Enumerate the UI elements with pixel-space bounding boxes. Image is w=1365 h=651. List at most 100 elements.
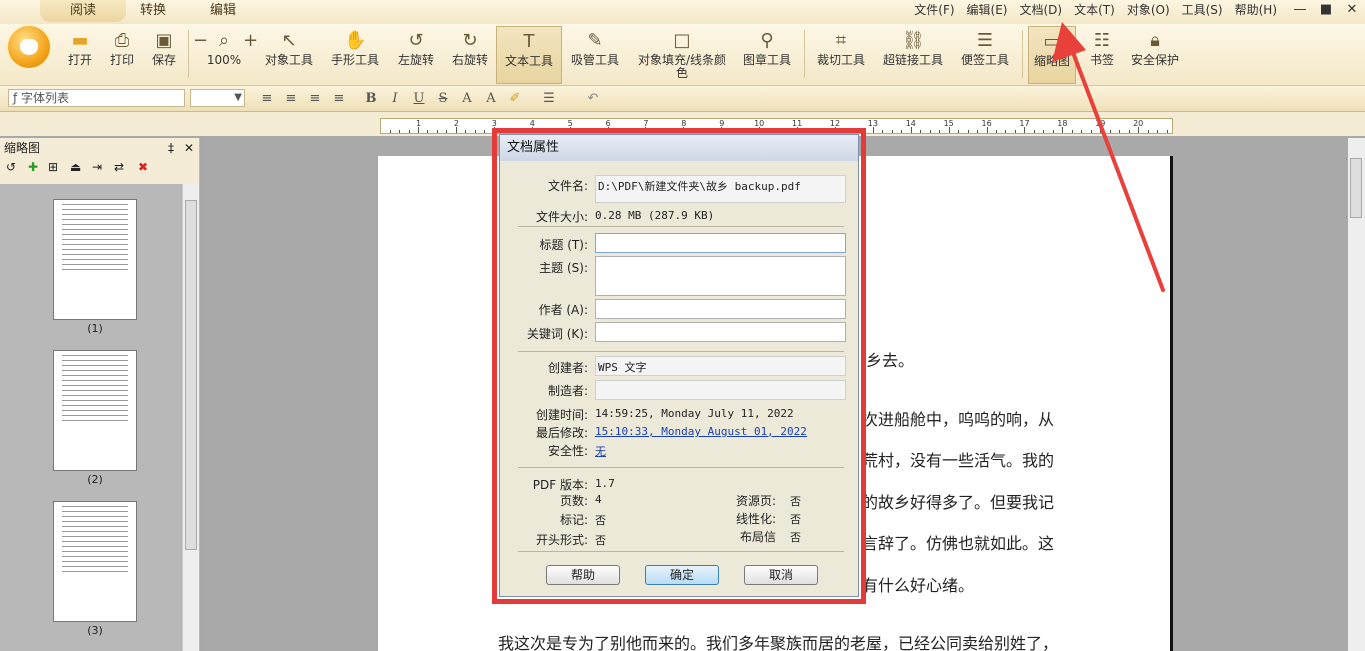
pdf-version-label: PDF 版本:: [532, 478, 588, 492]
text-cursor-icon: T: [523, 31, 535, 52]
tab-edit[interactable]: 编辑: [180, 0, 266, 22]
insert-page-icon[interactable]: ✚: [28, 160, 38, 174]
scroll-thumb[interactable]: [185, 200, 197, 550]
ruler-tick: [1119, 130, 1121, 133]
page-thumbnail-2[interactable]: [53, 350, 137, 471]
security-button[interactable]: 🔒︎ 安全保护: [1128, 26, 1182, 84]
align-center-icon[interactable]: ≡: [280, 89, 302, 109]
thumbnail-label: (1): [87, 322, 103, 335]
highlighter-icon[interactable]: ✐: [504, 89, 526, 109]
ruler-tick: [882, 130, 884, 133]
title-bar: 阅读 转换 编辑 文件(F) 编辑(E) 文档(D) 文本(T) 对象(O) 工…: [0, 0, 1365, 24]
thumbnail-button[interactable]: ▭ 缩略图: [1028, 26, 1076, 84]
close-button[interactable]: ✕: [1339, 0, 1365, 22]
ruler-number: 14: [905, 119, 916, 128]
pin-icon[interactable]: ‡: [168, 138, 174, 158]
close-icon[interactable]: ✕: [184, 138, 194, 158]
ok-button[interactable]: 确定: [645, 565, 719, 585]
zoom-out-button[interactable]: −: [192, 26, 208, 84]
rotate-left-icon: ↺: [408, 30, 424, 51]
export-page-icon[interactable]: ⇥: [92, 160, 102, 174]
font-size-select[interactable]: ▼: [190, 89, 245, 107]
ruler-tick: [1081, 130, 1083, 133]
page-thumbnail-1[interactable]: [53, 199, 137, 320]
ruler-tick: [1147, 130, 1149, 133]
rotate-right-button[interactable]: ↻ 右旋转: [448, 26, 492, 84]
crop-tool-button[interactable]: ⌗ 裁切工具: [814, 26, 868, 84]
strikethrough-button[interactable]: S: [432, 89, 454, 109]
extract-page-icon[interactable]: ⏏: [70, 160, 81, 174]
align-left-icon[interactable]: ≡: [256, 89, 278, 109]
scroll-thumb[interactable]: [1350, 158, 1362, 218]
undo-icon[interactable]: ↶: [582, 89, 604, 109]
keywords-input[interactable]: [595, 322, 846, 342]
ruler-tick: [1109, 130, 1111, 133]
ruler-tick: [939, 130, 941, 133]
menu-tools[interactable]: 工具(S): [1176, 0, 1229, 22]
ruler-tick: [1071, 130, 1073, 133]
bookmark-button[interactable]: ☷ 书签: [1084, 26, 1120, 84]
minimize-button[interactable]: —: [1287, 0, 1313, 22]
menu-text[interactable]: 文本(T): [1068, 0, 1121, 22]
ruler-number: 2: [453, 119, 459, 128]
save-button[interactable]: ▣ 保存: [146, 26, 182, 84]
page-thumbnail-3[interactable]: [53, 501, 137, 622]
italic-button[interactable]: I: [384, 89, 406, 109]
help-button[interactable]: 帮助: [546, 565, 620, 585]
rotate-left-button[interactable]: ↺ 左旋转: [394, 26, 438, 84]
underline-button[interactable]: U: [408, 89, 430, 109]
resources-label: 资源页:: [735, 494, 776, 508]
font-list-select[interactable]: ƒ 字体列表: [8, 89, 185, 107]
thumbnail-scrollbar[interactable]: [182, 184, 199, 651]
modified-value[interactable]: 15:10:33, Monday August 01, 2022: [595, 425, 807, 438]
document-line: 乡去。: [866, 351, 915, 370]
object-tool-button[interactable]: ↖ 对象工具: [262, 26, 316, 84]
align-justify-icon[interactable]: ≡: [328, 89, 350, 109]
title-input[interactable]: [595, 233, 846, 253]
app-logo-icon[interactable]: [6, 24, 52, 70]
bold-button[interactable]: B: [360, 89, 382, 109]
document-scrollbar[interactable]: [1348, 138, 1365, 651]
align-right-icon[interactable]: ≡: [304, 89, 326, 109]
producer-field: [595, 380, 846, 400]
thumbnail-label: (2): [87, 473, 103, 486]
open-button[interactable]: ▬ 打开: [62, 26, 98, 84]
superscript-button[interactable]: A: [456, 89, 478, 109]
print-button[interactable]: ⎙ 打印: [104, 26, 140, 84]
replace-page-icon[interactable]: ⇄: [114, 160, 124, 174]
security-value[interactable]: 无: [595, 443, 606, 459]
eyedropper-tool-button[interactable]: ✎ 吸管工具: [568, 26, 622, 84]
creator-label: 创建者:: [547, 361, 588, 375]
line-style-icon[interactable]: ☰: [538, 89, 560, 109]
menu-object[interactable]: 对象(O): [1121, 0, 1176, 22]
menu-file[interactable]: 文件(F): [908, 0, 960, 22]
ruler-tick: [1043, 130, 1045, 133]
subject-input[interactable]: [595, 256, 846, 296]
stamp-tool-button[interactable]: ⚲ 图章工具: [740, 26, 794, 84]
maximize-button[interactable]: ■: [1313, 0, 1339, 22]
text-tool-button[interactable]: T 文本工具: [496, 26, 562, 84]
menu-help[interactable]: 帮助(H): [1229, 0, 1283, 22]
ruler-tick: [427, 130, 429, 133]
delete-page-icon[interactable]: ✖: [138, 160, 148, 174]
subscript-button[interactable]: A: [480, 89, 502, 109]
cancel-button[interactable]: 取消: [744, 565, 818, 585]
menu-edit[interactable]: 编辑(E): [961, 0, 1014, 22]
fill-line-color-button[interactable]: □ 对象填充/线条颜 色: [634, 26, 730, 84]
ruler-tick: [389, 130, 391, 133]
zoom-control[interactable]: ⌕ 100%: [206, 26, 242, 84]
menu-document[interactable]: 文档(D): [1014, 0, 1069, 22]
hand-tool-button[interactable]: ✋ 手形工具: [328, 26, 382, 84]
hyperlink-tool-button[interactable]: ⛓ 超链接工具: [880, 26, 946, 84]
add-blank-page-icon[interactable]: ⊞: [48, 160, 58, 174]
zoom-in-button[interactable]: +: [242, 26, 258, 84]
cursor-arrow-icon: ↖: [281, 30, 297, 51]
magnifier-icon: ⌕: [218, 30, 230, 51]
ruler-tick: [920, 130, 922, 133]
ruler-tick: [1033, 130, 1035, 133]
author-input[interactable]: [595, 299, 846, 319]
chevron-down-icon: ▼: [234, 92, 242, 103]
note-tool-button[interactable]: ☰ 便签工具: [958, 26, 1012, 84]
divider: [518, 551, 844, 552]
rotate-page-icon[interactable]: ↺: [6, 160, 16, 174]
